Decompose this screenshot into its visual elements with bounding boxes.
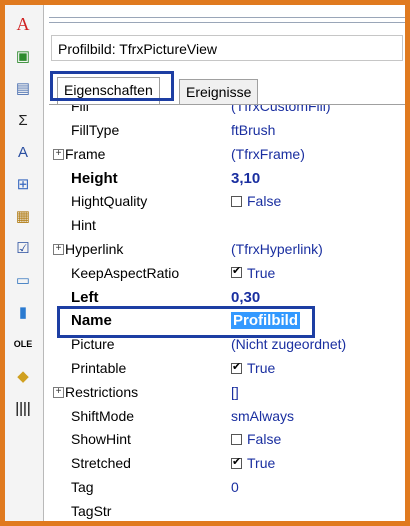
property-name: Fill [71,105,89,114]
property-name: KeepAspectRatio [71,264,180,281]
property-row-keepaspectratio[interactable]: KeepAspectRatio True [49,262,405,286]
property-value-text: False [247,193,282,210]
property-value-text: ftBrush [231,122,276,138]
checkbox-icon[interactable]: ☑ [11,237,35,259]
property-value[interactable]: [] [231,384,239,400]
property-name: Height [71,169,118,187]
property-value-text: True [247,360,276,376]
property-grid: Fill (TfrxCustomFill) FillType ftBrush + Fr… [49,105,405,521]
property-value-text: 0,30 [231,288,261,306]
property-name: Printable [71,360,127,376]
property-name: Hyperlink [65,241,124,257]
property-row-name[interactable]: Name Profilbild [49,309,405,333]
property-row-partial[interactable]: Fill (TfrxCustomFill) [49,105,405,119]
property-value[interactable]: True [231,455,275,471]
object-selector[interactable]: Profilbild: TfrxPictureView [51,35,403,61]
property-value[interactable]: 3,10 [231,170,260,187]
text-icon[interactable]: A [11,13,35,35]
property-row-restrictions[interactable]: + Restrictions [] [49,381,405,405]
designer-window: A ▣ ▤ Σ A ⊞ ▦ ☑ ▭ ▮ OLE ◆ |||| Profilbild: TfrxPictu… [5,5,405,521]
property-value-text: False [247,431,282,448]
line-icon[interactable]: ▭ [11,269,35,291]
property-value-text: (TfrxHyperlink) [231,241,323,257]
property-value[interactable]: ftBrush [231,122,275,138]
property-value[interactable]: smAlways [231,408,294,424]
property-row-stretched[interactable]: Stretched True [49,452,405,476]
property-name: TagStr [71,502,112,519]
property-row-shiftmode[interactable]: ShiftMode smAlways [49,405,405,429]
property-name: Stretched [71,455,131,472]
expand-plus-icon[interactable]: + [53,386,64,398]
property-value[interactable]: (TfrxHyperlink) [231,241,323,257]
property-name: FillType [71,122,120,138]
property-value-text: (TfrxFrame) [231,145,305,162]
tab-eigenschaften[interactable]: Eigenschaften [57,77,160,105]
property-row-height[interactable]: Height 3,10 [49,167,405,191]
property-row-tag[interactable]: Tag 0 [49,476,405,500]
shape-icon[interactable]: ◆ [11,365,35,387]
object-inspector: Profilbild: TfrxPictureView Eigenschafte… [49,5,405,521]
property-name: ShowHint [71,431,131,448]
property-row-hightquality[interactable]: HightQuality False [49,190,405,214]
property-row-frame[interactable]: + Frame (TfrxFrame) [49,143,405,167]
property-name: Frame [65,145,106,162]
property-value-text: True [247,455,276,472]
property-value[interactable]: Profilbild [231,312,300,330]
property-value-text: (Nicht zugeordnet) [231,336,347,353]
barcode-icon[interactable]: |||| [11,397,35,419]
property-row-showhint[interactable]: ShowHint False [49,428,405,452]
property-name: Picture [71,336,115,353]
system-text-icon[interactable]: A [11,141,35,163]
property-row-hint[interactable]: Hint [49,214,405,238]
checked-checkbox-icon[interactable] [231,264,242,279]
property-name: ShiftMode [71,407,135,424]
property-value-text: True [247,264,276,281]
object-toolbar: A ▣ ▤ Σ A ⊞ ▦ ☑ ▭ ▮ OLE ◆ |||| [5,5,44,521]
property-value-text: [] [231,383,239,400]
property-value[interactable]: (Nicht zugeordnet) [231,336,346,352]
ole-icon[interactable]: OLE [11,333,35,355]
unchecked-checkbox-icon[interactable] [231,195,242,207]
property-row-hyperlink[interactable]: + Hyperlink (TfrxHyperlink) [49,238,405,262]
subreport-icon[interactable]: ⊞ [11,173,35,195]
property-value-text: smAlways [231,407,295,424]
property-name: HightQuality [71,193,148,210]
property-value[interactable]: False [231,193,281,209]
memo-icon[interactable]: ▤ [11,77,35,99]
property-value[interactable]: False [231,431,281,447]
property-value[interactable]: True [231,264,276,281]
property-name: Left [71,288,99,306]
property-value-text: 0 [231,479,239,495]
property-value[interactable]: 0 [231,479,239,495]
property-name: Tag [71,479,94,495]
property-row-printable[interactable]: Printable True [49,357,405,381]
property-value-text: 3,10 [231,169,261,187]
expand-plus-icon[interactable]: + [53,148,64,160]
tab-ereignisse[interactable]: Ereignisse [179,79,259,105]
property-value[interactable]: 0,30 [231,289,260,306]
inspector-title-bar [49,17,405,23]
property-value-text: Profilbild [231,312,300,330]
chart-icon[interactable]: ▮ [11,301,35,323]
inspector-tabs: Eigenschaften Ereignisse [49,75,405,105]
property-row-picture[interactable]: Picture (Nicht zugeordnet) [49,333,405,357]
checked-checkbox-icon[interactable] [231,360,242,374]
property-row-left[interactable]: Left 0,30 [49,286,405,310]
sum-icon[interactable]: Σ [11,109,35,131]
checked-checkbox-icon[interactable] [231,455,242,469]
expand-plus-icon[interactable]: + [53,244,64,255]
cross-tab-icon[interactable]: ▦ [11,205,35,227]
unchecked-checkbox-icon[interactable] [231,433,242,445]
property-name: Hint [71,217,96,234]
property-row-tagstr[interactable]: TagStr [49,500,405,521]
property-row-filltype[interactable]: FillType ftBrush [49,119,405,143]
property-value[interactable]: (TfrxFrame) [231,146,305,162]
picture-icon[interactable]: ▣ [11,45,35,67]
property-value: (TfrxCustomFill) [231,105,331,114]
property-value[interactable]: True [231,360,275,376]
property-name: Restrictions [65,383,139,400]
property-name: Name [71,312,112,330]
